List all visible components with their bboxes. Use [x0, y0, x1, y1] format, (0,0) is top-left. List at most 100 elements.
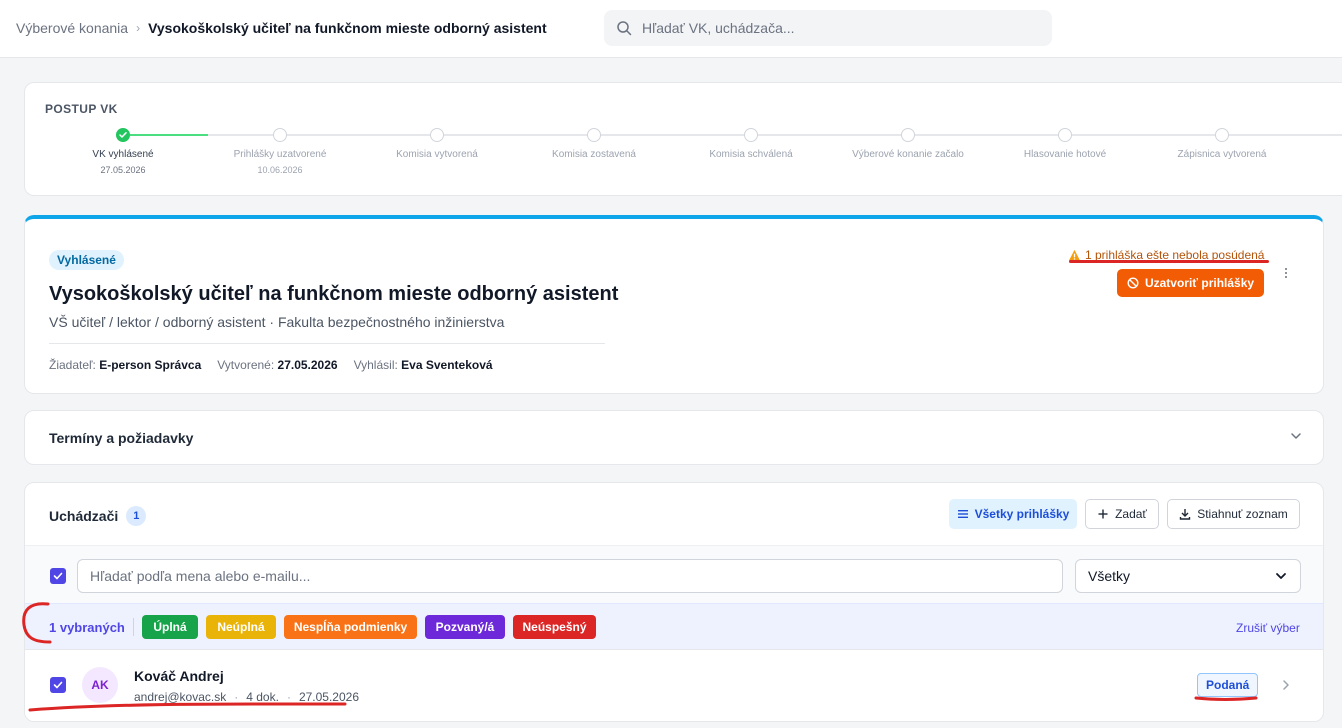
- plus-icon: [1098, 509, 1108, 519]
- tag-not-eligible-button[interactable]: Nespĺňa podmienky: [284, 615, 417, 639]
- progress-step-label: Zápisnica vytvorená: [1177, 149, 1267, 160]
- progress-step-dot: [1058, 128, 1072, 142]
- progress-step-label: Komisia vytvorená: [396, 149, 478, 160]
- progress-step-label: Hlasovanie hotové: [1023, 149, 1107, 160]
- candidate-docs: 4 dok.: [246, 690, 279, 704]
- progress-step-dot: [1215, 128, 1229, 142]
- candidate-email: andrej@kovac.sk: [134, 690, 227, 704]
- selected-count: 1 vybraných: [49, 620, 125, 635]
- progress-connector: [130, 134, 208, 136]
- progress-step-dot: [587, 128, 601, 142]
- status-filter-select[interactable]: Všetky: [1075, 559, 1301, 593]
- meta-applicant: Žiadateľ: E-person Správca: [49, 358, 202, 372]
- vk-meta: Žiadateľ: E-person Správca Vytvorené: 27…: [49, 358, 493, 372]
- status-badge: Vyhlásené: [49, 250, 124, 270]
- candidates-title: Uchádzači 1: [49, 506, 147, 526]
- search-icon: [617, 21, 632, 36]
- progress-connector: [1072, 134, 1229, 136]
- filter-row: Hľadať podľa mena alebo e-mailu... Všetk…: [25, 545, 1323, 603]
- check-icon: [119, 132, 127, 138]
- all-applications-button[interactable]: Všetky prihlášky: [949, 499, 1077, 529]
- terms-accordion[interactable]: Termíny a požiadavky: [24, 410, 1324, 465]
- more-menu-icon[interactable]: [1280, 265, 1292, 281]
- progress-step-label: VK vyhlásené: [92, 149, 154, 160]
- progress-connector: [287, 134, 444, 136]
- chevron-down-icon: [1276, 573, 1286, 579]
- status-badge: Podaná: [1197, 673, 1259, 697]
- progress-step-date: 27.05.2026: [100, 165, 146, 175]
- close-applications-label: Uzatvoriť prihlášky: [1144, 276, 1255, 290]
- add-candidate-button[interactable]: Zadať: [1085, 499, 1159, 529]
- progress-step-label: Komisia zostavená: [552, 149, 636, 160]
- add-candidate-label: Zadať: [1115, 507, 1147, 521]
- meta-created: Vytvorené: 27.05.2026: [217, 358, 338, 372]
- progress-step-date: 10.06.2026: [257, 165, 303, 175]
- candidate-search-placeholder: Hľadať podľa mena alebo e-mailu...: [90, 568, 311, 584]
- clear-selection-link[interactable]: Zrušiť výber: [1236, 621, 1300, 635]
- progress-step-label: Komisia schválená: [709, 149, 793, 160]
- breadcrumb-root-link[interactable]: Výberové konania: [16, 20, 128, 36]
- page-subtitle: VŠ učiteľ / lektor / odborný asistent · …: [49, 314, 505, 330]
- check-icon: [53, 572, 63, 580]
- progress-connector: [915, 134, 1072, 136]
- progress-connector: [444, 134, 601, 136]
- divider: [133, 618, 134, 636]
- progress-step-dot: [273, 128, 287, 142]
- progress-step-dot: [744, 128, 758, 142]
- status-filter-value: Všetky: [1088, 568, 1131, 584]
- breadcrumb: Výberové konania › Vysokoškolský učiteľ …: [16, 20, 547, 36]
- separator-dot: ·: [286, 690, 291, 704]
- chevron-right-icon: [1283, 680, 1289, 690]
- pending-warning: 1 prihláška ešte nebola posúdená: [1068, 248, 1264, 262]
- selection-bar: 1 vybraných Úplná Neúplná Nespĺňa podmie…: [25, 603, 1323, 649]
- global-search-input[interactable]: Hľadať VK, uchádzača...: [604, 10, 1052, 46]
- breadcrumb-chevron-icon: ›: [136, 21, 141, 35]
- candidates-card: Uchádzači 1 Všetky prihlášky Zadať Stiah…: [24, 482, 1324, 722]
- table-row[interactable]: AK Kováč Andrej andrej@kovac.sk · 4 dok.…: [25, 649, 1323, 721]
- avatar: AK: [82, 667, 118, 703]
- candidate-date: 27.05.2026: [298, 690, 359, 704]
- terms-title: Termíny a požiadavky: [49, 430, 194, 446]
- progress-step-label: Výberové konanie začalo: [852, 149, 964, 160]
- candidates-count-badge: 1: [126, 506, 147, 526]
- close-applications-button[interactable]: Uzatvoriť prihlášky: [1117, 269, 1264, 297]
- candidate-meta: andrej@kovac.sk · 4 dok. · 27.05.2026: [134, 690, 359, 704]
- progress-card: POSTUP VK VK vyhlásené 27.05.2026 Prihlášk…: [24, 82, 1342, 196]
- page-title: Vysokoškolský učiteľ na funkčnom mieste …: [49, 283, 619, 305]
- tag-unsuccessful-button[interactable]: Neúspešný: [513, 615, 596, 639]
- tag-incomplete-button[interactable]: Neúplná: [206, 615, 276, 639]
- candidate-search-input[interactable]: Hľadať podľa mena alebo e-mailu...: [77, 559, 1063, 593]
- row-checkbox[interactable]: [50, 677, 66, 693]
- check-icon: [53, 681, 63, 689]
- chevron-down-icon: [1291, 433, 1301, 439]
- search-placeholder: Hľadať VK, uchádzača...: [642, 20, 795, 36]
- separator-dot: ·: [234, 690, 239, 704]
- breadcrumb-current: Vysokoškolský učiteľ na funkčnom mieste …: [148, 20, 547, 36]
- progress-step-label: Z: [1304, 149, 1342, 160]
- candidates-heading: Uchádzači: [49, 508, 119, 524]
- divider: [49, 343, 605, 344]
- warning-icon: [1068, 249, 1081, 261]
- progress-connector: [601, 134, 758, 136]
- download-list-button[interactable]: Stiahnuť zoznam: [1167, 499, 1300, 529]
- vk-header-card: Vyhlásené Vysokoškolský učiteľ na funkčn…: [24, 215, 1324, 394]
- all-applications-label: Všetky prihlášky: [974, 507, 1070, 521]
- progress-step-label: Prihlášky uzatvorené: [233, 149, 327, 160]
- download-icon: [1180, 509, 1191, 520]
- progress-step-dot: [430, 128, 444, 142]
- tag-invited-button[interactable]: Pozvaný/á: [425, 615, 505, 639]
- warning-text: 1 prihláška ešte nebola posúdená: [1085, 248, 1265, 262]
- select-all-checkbox[interactable]: [50, 568, 66, 584]
- list-icon: [957, 510, 968, 518]
- block-icon: [1127, 277, 1139, 289]
- progress-step-dot: [116, 128, 130, 142]
- tag-complete-button[interactable]: Úplná: [142, 615, 198, 639]
- candidate-name: Kováč Andrej: [134, 668, 224, 684]
- meta-announced: Vyhlásil: Eva Sventeková: [353, 358, 493, 372]
- progress-connector: [1229, 134, 1342, 136]
- progress-label: POSTUP VK: [45, 102, 118, 116]
- progress-connector: [758, 134, 915, 136]
- download-list-label: Stiahnuť zoznam: [1197, 507, 1288, 521]
- top-bar: Výberové konania › Vysokoškolský učiteľ …: [0, 0, 1342, 58]
- progress-step-dot: [901, 128, 915, 142]
